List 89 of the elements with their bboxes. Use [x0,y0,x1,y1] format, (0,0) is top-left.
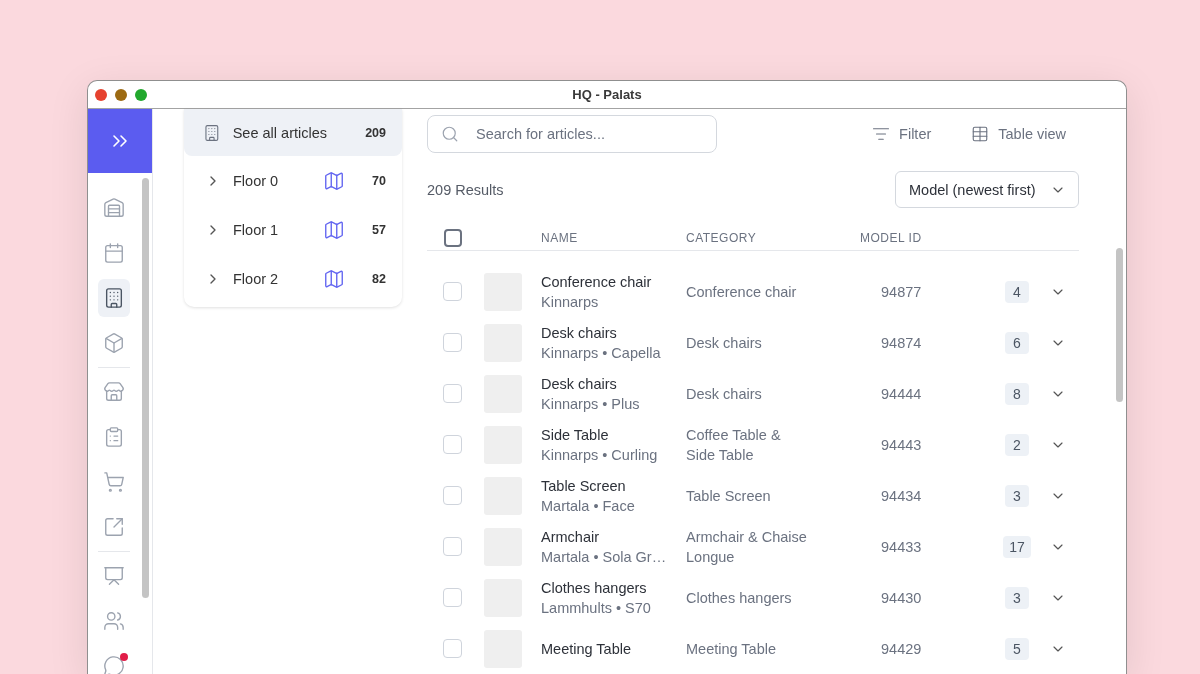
scrollbar-thumb[interactable] [1116,248,1123,402]
article-brand: Kinnarps • Curling [541,445,659,465]
window-minimize-button[interactable] [115,88,127,101]
row-checkbox[interactable] [443,333,462,352]
article-name: Armchair [541,527,600,547]
cart-icon [103,470,125,493]
row-checkbox[interactable] [443,435,462,454]
floor-item[interactable]: Floor 0 70 [184,156,402,205]
row-checkbox[interactable] [443,384,462,403]
results-count: 209 Results [427,181,504,198]
article-category: Meeting Table [686,639,778,659]
chat-icon [103,654,125,674]
count-badge: 4 [1005,280,1029,303]
window-title: HQ - Palats [572,87,642,102]
count-badge: 17 [1003,535,1031,558]
article-name: Side Table [541,425,610,445]
article-count: 82 [371,271,386,286]
article-brand: Kinnarps • Plus [541,394,641,414]
map-icon[interactable] [323,267,345,290]
article-name: Table Screen [541,476,627,496]
row-checkbox[interactable] [443,639,462,658]
filter-icon [872,125,891,143]
model-id: 94434 [880,487,922,504]
article-brand: Lammhults • S70 [541,598,652,618]
row-checkbox[interactable] [443,282,462,301]
scrollbar-thumb[interactable] [142,178,149,598]
article-category: Desk chairs [686,333,763,353]
article-brand: Martala • Face [541,496,636,516]
nav-button[interactable] [98,278,130,317]
building-icon [103,286,125,309]
filter-button[interactable]: Filter [864,119,940,149]
row-checkbox[interactable] [443,588,462,607]
model-id: 94430 [880,589,922,606]
floor-item[interactable]: Floor 2 82 [184,254,402,303]
floor-item[interactable]: Floor 1 57 [184,205,402,254]
article-count: 70 [371,173,386,188]
column-header: MODEL ID [860,231,923,245]
external-link-icon [103,515,125,538]
window-close-button[interactable] [95,88,107,101]
article-name: Clothes hangers [541,578,648,598]
article-count: 209 [364,125,386,140]
presentation-icon [103,564,125,587]
article-name: Conference chair [541,272,653,292]
building-icon [203,123,221,142]
article-count: 57 [371,222,386,237]
model-id: 94443 [880,436,922,453]
map-icon[interactable] [323,218,345,241]
article-category: Coffee Table & Side Table [686,425,782,465]
model-id: 94444 [880,385,922,402]
table-icon [971,125,990,143]
article-category: Clothes hangers [686,588,793,608]
map-icon[interactable] [323,169,345,192]
store-icon [103,380,125,403]
count-badge: 3 [1005,484,1029,507]
model-id: 94874 [880,334,922,351]
row-checkbox[interactable] [443,486,462,505]
users-icon [103,609,125,632]
search-field[interactable]: Search for articles... [427,115,717,153]
warehouse-icon [103,196,125,219]
column-header: CATEGORY [686,231,758,245]
count-badge: 8 [1005,382,1029,405]
article-category: Conference chair [686,282,798,302]
model-id: 94877 [880,283,922,300]
count-badge: 3 [1005,586,1029,609]
clipboard-icon [103,425,125,448]
count-badge: 2 [1005,433,1029,456]
select-all-checkbox[interactable] [444,229,462,247]
article-name: Desk chairs [541,374,618,394]
article-category: Armchair & Chaise Longue [686,527,808,567]
article-name: Meeting Table [541,639,633,659]
article-category: Table Screen [686,486,772,506]
sort-select[interactable]: Model (newest first) [895,171,1079,208]
all-articles-item[interactable]: See all articles 209 [184,109,402,156]
model-id: 94433 [880,538,922,555]
article-category: Desk chairs [686,384,763,404]
window-zoom-button[interactable] [135,88,147,101]
cube-icon [103,331,125,354]
article-brand: Kinnarps [541,292,600,312]
model-id: 94429 [880,640,922,657]
count-badge: 6 [1005,331,1029,354]
article-brand: Kinnarps • Capella [541,343,662,363]
view-button[interactable]: Table view [963,119,1074,149]
search-icon [441,125,459,143]
article-brand: Martala • Sola Gr… [541,547,668,567]
count-badge: 5 [1005,637,1029,660]
column-header: NAME [541,231,579,245]
row-checkbox[interactable] [443,537,462,556]
article-name: Desk chairs [541,323,618,343]
calendar-icon [103,241,125,264]
